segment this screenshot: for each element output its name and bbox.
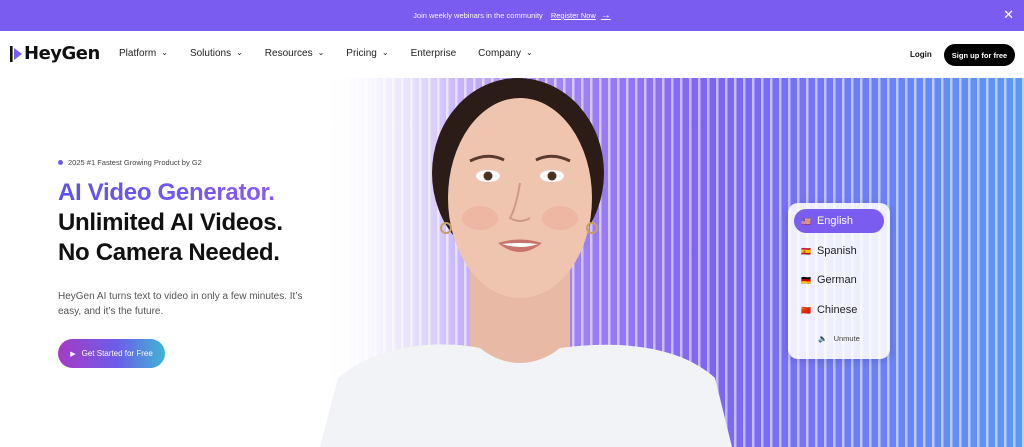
heygen-logo[interactable]: HeyGen: [10, 43, 100, 64]
nav-item-pricing[interactable]: Pricing ⌄: [346, 48, 388, 59]
language-label: English: [816, 215, 854, 227]
unmute-button[interactable]: 🔈 Unmute: [788, 334, 890, 343]
nav-item-label: Pricing: [346, 48, 377, 59]
nav-menu: Platform ⌄ Solutions ⌄ Resources ⌄ Prici…: [119, 48, 555, 59]
unmute-label: Unmute: [833, 334, 860, 343]
nav-item-enterprise[interactable]: Enterprise: [411, 48, 457, 59]
nav-item-label: Platform: [119, 48, 157, 59]
nav-item-label: Resources: [264, 48, 313, 59]
nav-item-label: Company: [478, 48, 521, 59]
get-started-label: Get Started for Free: [81, 349, 153, 358]
language-option-chinese[interactable]: 🇨🇳 Chinese: [794, 298, 884, 322]
presenter-avatar-image: [320, 78, 732, 447]
badge-dot-icon: [58, 160, 63, 165]
play-icon: ▶: [70, 350, 76, 358]
headline-gradient-line: AI Video Generator.: [58, 178, 283, 208]
headline-line-3: No Camera Needed.: [58, 239, 280, 266]
hero-subtitle: HeyGen AI turns text to video in only a …: [58, 291, 303, 317]
logo-wordmark: HeyGen: [24, 43, 100, 64]
headline-line-2: Unlimited AI Videos.: [58, 209, 283, 236]
chevron-down-icon: ⌄: [236, 48, 243, 57]
nav-item-resources[interactable]: Resources ⌄: [265, 48, 325, 59]
china-flag-icon: 🇨🇳: [801, 305, 811, 315]
speaker-icon: 🔈: [818, 334, 828, 343]
language-selector: 🇺🇸 English 🇪🇸 Spanish 🇩🇪 German 🇨🇳 Chine…: [788, 203, 890, 359]
us-flag-icon: 🇺🇸: [801, 216, 811, 226]
nav-item-platform[interactable]: Platform ⌄: [119, 48, 168, 59]
close-icon[interactable]: ✕: [1003, 8, 1014, 21]
announcement-bar: Join weekly webinars in the community Re…: [0, 0, 1024, 31]
nav-item-company[interactable]: Company ⌄: [478, 48, 533, 59]
logo-mark-icon: [10, 45, 23, 63]
language-label: Spanish: [816, 245, 857, 257]
chevron-down-icon: ⌄: [317, 48, 325, 57]
language-option-english[interactable]: 🇺🇸 English: [794, 209, 884, 233]
language-label: Chinese: [816, 304, 858, 316]
register-now-label: Register Now: [550, 11, 596, 20]
chevron-down-icon: ⌄: [525, 48, 533, 57]
language-label: German: [816, 274, 857, 286]
nav-item-label: Enterprise: [410, 48, 457, 59]
language-option-spanish[interactable]: 🇪🇸 Spanish: [794, 239, 884, 263]
signup-button[interactable]: Sign up for free: [944, 44, 1015, 66]
chevron-down-icon: ⌄: [381, 48, 389, 57]
login-link[interactable]: Login: [910, 50, 932, 59]
register-now-link[interactable]: Register Now →: [551, 10, 611, 21]
language-option-german[interactable]: 🇩🇪 German: [794, 268, 884, 292]
hero-video-background: [320, 78, 1024, 447]
hero-headline: AI Video Generator. Unlimited AI Videos.…: [58, 178, 283, 268]
main-nav: HeyGen Platform ⌄ Solutions ⌄ Resources …: [0, 31, 1024, 78]
announcement-text: Join weekly webinars in the community: [413, 11, 543, 20]
spain-flag-icon: 🇪🇸: [801, 246, 811, 256]
chevron-down-icon: ⌄: [161, 48, 168, 57]
nav-item-label: Solutions: [189, 48, 232, 59]
badge-text: 2025 #1 Fastest Growing Product by G2: [68, 158, 202, 167]
g2-award-badge: 2025 #1 Fastest Growing Product by G2: [58, 158, 202, 167]
nav-item-solutions[interactable]: Solutions ⌄: [190, 48, 243, 59]
get-started-button[interactable]: ▶ Get Started for Free: [58, 339, 165, 368]
germany-flag-icon: 🇩🇪: [801, 275, 811, 285]
arrow-right-icon: →: [600, 10, 611, 21]
